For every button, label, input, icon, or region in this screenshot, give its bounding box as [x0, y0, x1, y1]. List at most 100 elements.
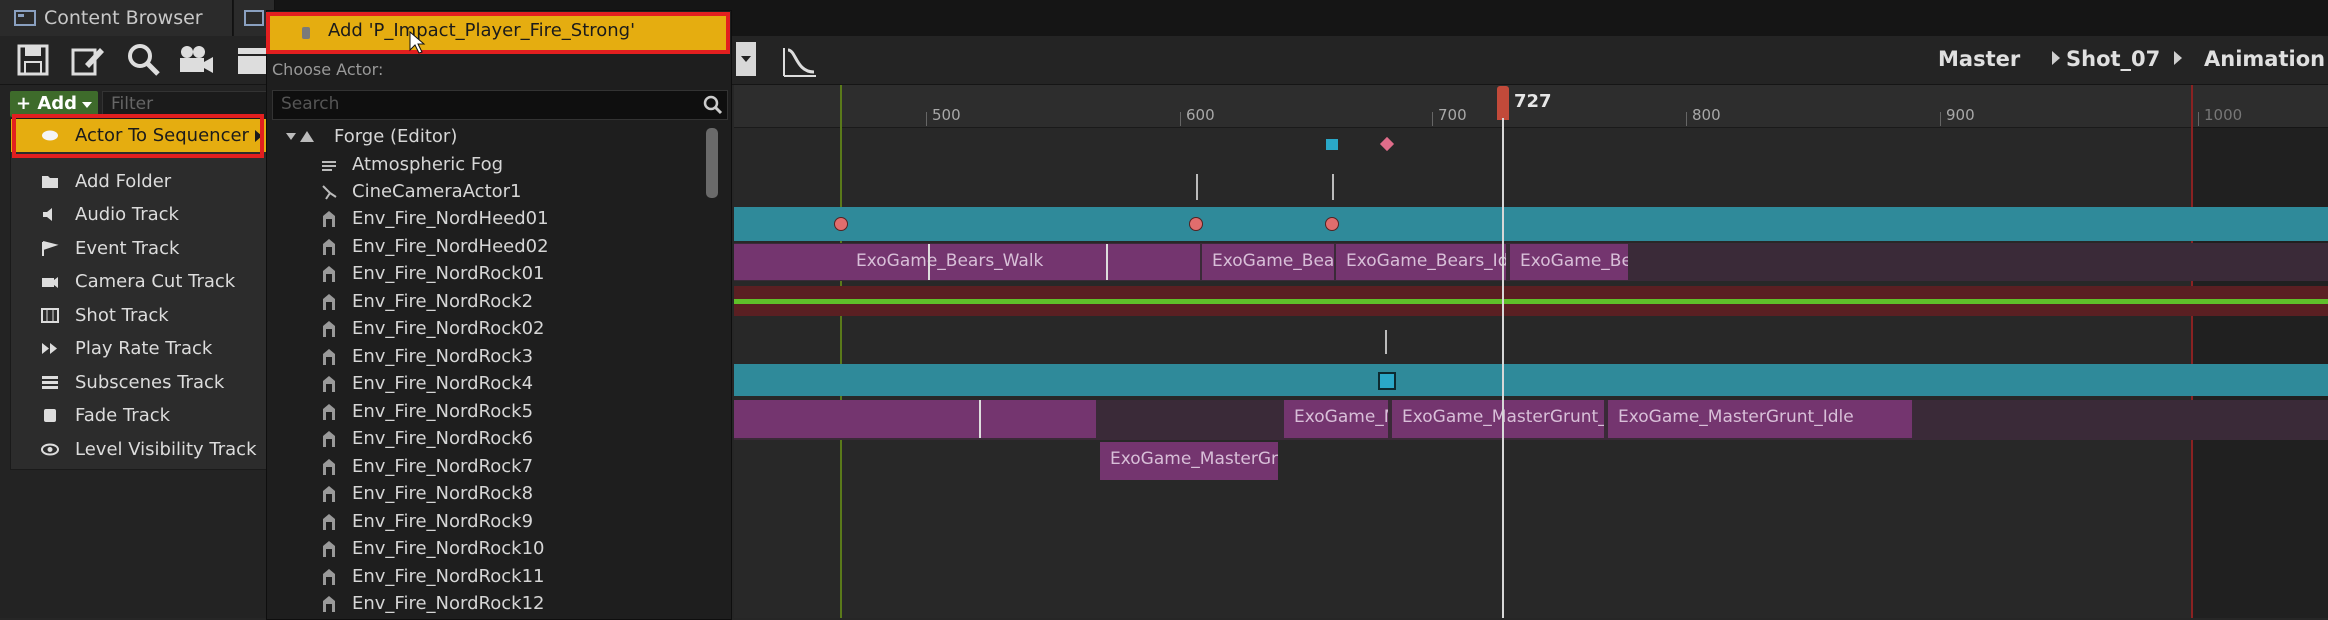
save-icon[interactable] [14, 40, 54, 80]
tick-label: 900 [1946, 106, 1975, 124]
tick-mark [1180, 112, 1181, 126]
actor-label: Env_Fire_NordRock10 [352, 538, 545, 559]
tree-root-forge[interactable]: Forge (Editor) [270, 123, 700, 150]
event-track-line [734, 299, 2328, 304]
playhead-handle[interactable] [1497, 86, 1509, 120]
clip-label: ExoGame_MasterGru [1110, 449, 1278, 469]
menu-item-subscenes-track[interactable]: Subscenes Track [11, 366, 269, 399]
fade-icon [44, 409, 56, 422]
curve-editor-icon[interactable] [780, 40, 820, 80]
actor-label: CineCameraActor1 [352, 181, 522, 202]
chevron-down-icon [741, 56, 751, 62]
menu-item-level-visibility-track[interactable]: Level Visibility Track [11, 433, 269, 466]
actor-row[interactable]: Env_Fire_NordRock02 [270, 315, 700, 342]
clip-divider [1106, 244, 1108, 280]
edit-icon[interactable] [68, 40, 108, 80]
clip-divider [979, 400, 981, 438]
tab-content-browser[interactable]: Content Browser [0, 0, 233, 36]
actor-row[interactable]: Env_Fire_NordRock11 [270, 563, 700, 590]
highlight-add-actor [266, 12, 730, 54]
actor-row[interactable]: Env_Fire_NordRock2 [270, 288, 700, 315]
tick-label: 800 [1692, 106, 1721, 124]
search-icon[interactable] [124, 40, 164, 80]
actor-row[interactable]: Env_Fire_NordHeed02 [270, 233, 700, 260]
actor-row[interactable]: Env_Fire_NordRock8 [270, 480, 700, 507]
search-icon [703, 95, 723, 115]
clip-label: ExoGame_Bears_Walk [856, 251, 1044, 271]
keyframe-marker[interactable] [1326, 139, 1338, 150]
actor-label: Env_Fire_NordRock7 [352, 456, 534, 477]
menu-item-label: Play Rate Track [75, 338, 213, 359]
transform-key[interactable] [1378, 372, 1396, 390]
flag-icon [42, 241, 59, 256]
menu-item-add-folder[interactable]: Add Folder [11, 165, 269, 198]
menu-item-play-rate-track[interactable]: Play Rate Track [11, 332, 269, 365]
actor-list-scrollbar[interactable] [706, 128, 718, 198]
end-marker[interactable] [2191, 85, 2193, 618]
tick-label: 500 [932, 106, 961, 124]
animation-clip[interactable]: ExoGame_MasterGrunt_Idle [1608, 400, 1912, 438]
menu-item-label: Audio Track [75, 204, 179, 225]
playhead-line[interactable] [1502, 118, 1504, 618]
menu-item-label: Fade Track [75, 405, 171, 426]
animation-clip[interactable]: ExoGame_Bear [1202, 244, 1334, 280]
transform-key[interactable] [1189, 217, 1203, 231]
actor-row[interactable]: Env_Fire_NordRock7 [270, 453, 700, 480]
breadcrumb-master[interactable]: Master [1938, 47, 2020, 71]
menu-item-event-track[interactable]: Event Track [11, 232, 269, 265]
breadcrumb-shot[interactable]: Shot_07 [2066, 47, 2160, 71]
blueprint-actor-icon [323, 459, 335, 475]
actor-label: Env_Fire_NordRock02 [352, 318, 545, 339]
tick-mark [1432, 112, 1433, 126]
start-marker[interactable] [840, 85, 842, 618]
transform-key[interactable] [834, 217, 848, 231]
transform-track-lane[interactable] [734, 364, 2328, 396]
actor-search-input[interactable]: Search [272, 90, 728, 120]
transform-key[interactable] [1325, 217, 1339, 231]
tick-label: 600 [1186, 106, 1215, 124]
blueprint-actor-icon [323, 349, 335, 365]
actor-label: Env_Fire_NordRock5 [352, 401, 534, 422]
animation-clip[interactable]: ExoGame_Be [1510, 244, 1628, 280]
blueprint-actor-icon [323, 266, 335, 282]
transform-track-lane[interactable] [734, 207, 2328, 241]
actor-row[interactable]: Env_Fire_NordRock3 [270, 343, 700, 370]
actor-label: Env_Fire_NordRock2 [352, 291, 534, 312]
animation-clip[interactable]: ExoGame_Bears_Idl [1336, 244, 1506, 280]
actor-row[interactable]: Env_Fire_NordHeed01 [270, 205, 700, 232]
blueprint-actor-icon [323, 376, 335, 392]
animation-clip[interactable]: ExoGame_MasterGrunt_ [1392, 400, 1604, 438]
actor-row[interactable]: Env_Fire_NordRock01 [270, 260, 700, 287]
menu-item-camera-cut-track[interactable]: Camera Cut Track [11, 265, 269, 298]
choose-actor-label: Choose Actor: [272, 60, 384, 79]
actor-row[interactable]: CineCameraActor1 [270, 178, 700, 205]
animation-clip[interactable]: ExoGame_Bears_Walk [734, 244, 1200, 280]
actor-row[interactable]: Env_Fire_NordRock9 [270, 508, 700, 535]
animation-clip[interactable]: ExoGame_MasterGru [1100, 442, 1278, 480]
tick-mark [1940, 112, 1941, 126]
keyframe-line [1196, 174, 1198, 200]
toolbar-dropdown[interactable] [736, 42, 756, 76]
actor-row[interactable]: Env_Fire_NordRock6 [270, 425, 700, 452]
camera-icon[interactable] [176, 40, 216, 80]
actor-row[interactable]: Env_Fire_NordRock12 [270, 590, 700, 617]
menu-item-label: Event Track [75, 238, 180, 259]
menu-item-shot-track[interactable]: Shot Track [11, 299, 269, 332]
tick-label: 1000 [2204, 106, 2243, 124]
animation-clip[interactable]: ExoGame_M [1284, 400, 1388, 438]
blueprint-actor-icon [323, 514, 335, 530]
current-frame: 727 [1514, 91, 1552, 112]
clip-divider [928, 244, 930, 280]
actor-label: Env_Fire_NordRock3 [352, 346, 534, 367]
actor-row[interactable]: Env_Fire_NordRock5 [270, 398, 700, 425]
menu-item-fade-track[interactable]: Fade Track [11, 399, 269, 432]
actor-label: Env_Fire_NordRock4 [352, 373, 534, 394]
breadcrumb-animation[interactable]: Animation [2204, 47, 2325, 71]
menu-item-audio-track[interactable]: Audio Track [11, 198, 269, 231]
actor-row[interactable]: Atmospheric Fog [270, 151, 700, 178]
actor-row[interactable]: Env_Fire_NordRock4 [270, 370, 700, 397]
play-rate-icon [42, 343, 57, 354]
actor-row[interactable]: Env_Fire_NordRock10 [270, 535, 700, 562]
chevron-right-icon [2052, 51, 2060, 65]
animation-clip[interactable] [734, 400, 1096, 438]
